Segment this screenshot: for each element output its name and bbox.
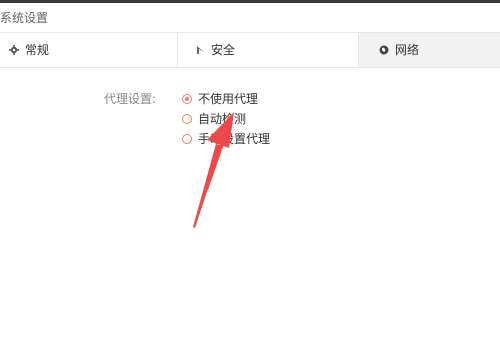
tab-general[interactable]: 常规 [0, 33, 177, 67]
tab-security[interactable]: 安全 [177, 33, 358, 67]
tab-network[interactable]: 网络 [358, 33, 500, 67]
radio-manual-proxy[interactable]: 手动设置代理 [182, 131, 270, 147]
settings-tabs: 常规 安全 网络 [0, 33, 500, 68]
globe-icon [378, 44, 390, 56]
proxy-settings-label: 代理设置: [104, 92, 157, 106]
tab-network-label: 网络 [395, 43, 420, 57]
radio-auto-detect-label: 自动检测 [198, 112, 247, 126]
title-bar: 系统设置 [0, 3, 500, 33]
tab-general-label: 常规 [25, 43, 50, 57]
radio-button[interactable] [182, 114, 192, 124]
radio-no-proxy-label: 不使用代理 [198, 92, 259, 106]
tab-security-label: 安全 [211, 43, 236, 57]
radio-button[interactable] [182, 94, 192, 104]
window-title: 系统设置 [0, 11, 49, 25]
radio-manual-proxy-label: 手动设置代理 [198, 132, 271, 146]
gear-icon [8, 44, 20, 56]
radio-button[interactable] [182, 134, 192, 144]
radio-no-proxy[interactable]: 不使用代理 [182, 91, 258, 107]
radio-auto-detect[interactable]: 自动检测 [182, 111, 246, 127]
shield-icon [194, 44, 206, 56]
